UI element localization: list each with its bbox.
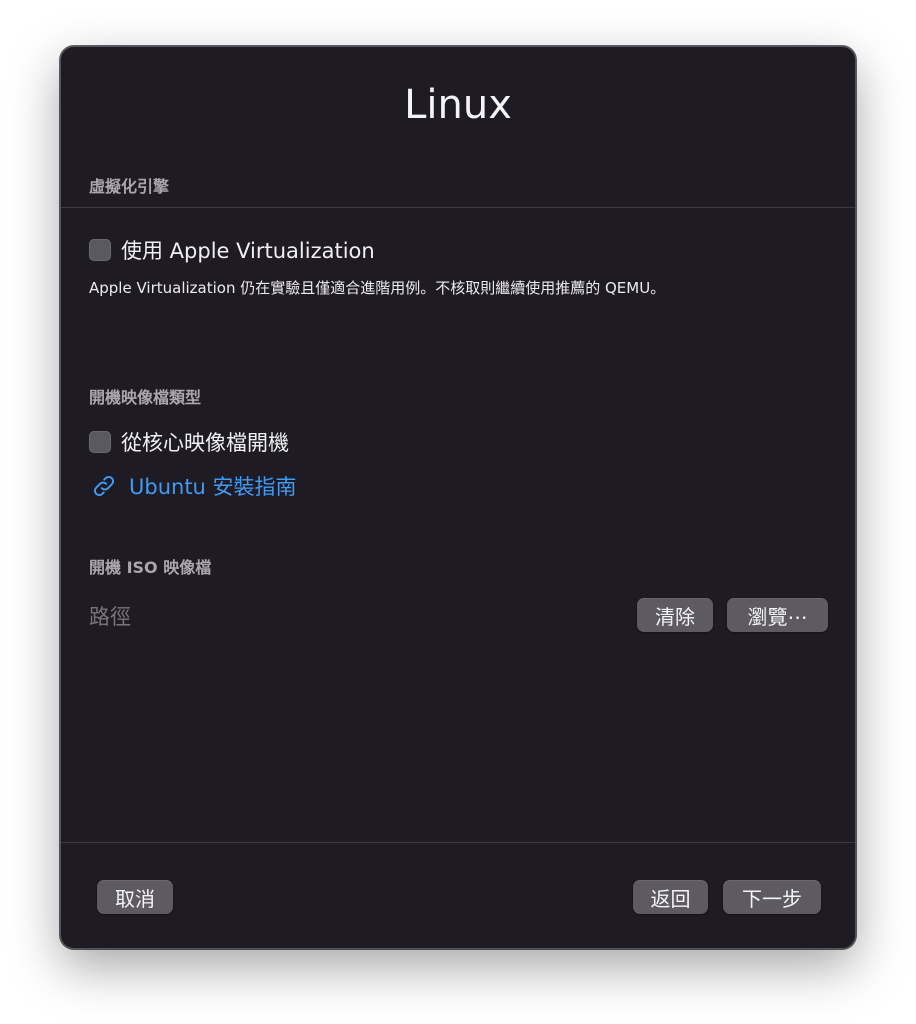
header-divider [61, 207, 855, 208]
virtualization-engine-label: 虛擬化引擎 [89, 177, 170, 196]
kernel-boot-label: 從核心映像檔開機 [121, 431, 289, 455]
cancel-button[interactable]: 取消 [97, 880, 173, 914]
apple-virtualization-checkbox-row[interactable]: 使用 Apple Virtualization [89, 235, 375, 265]
clear-button[interactable]: 清除 [637, 598, 713, 632]
apple-virtualization-checkbox[interactable] [89, 239, 111, 261]
kernel-boot-checkbox[interactable] [89, 431, 111, 453]
apple-virtualization-label: 使用 Apple Virtualization [121, 239, 375, 263]
ubuntu-guide-link-text[interactable]: Ubuntu 安裝指南 [129, 471, 297, 501]
browse-button[interactable]: 瀏覽⋯ [727, 598, 828, 632]
boot-iso-label: 開機 ISO 映像檔 [89, 558, 212, 577]
kernel-boot-checkbox-row[interactable]: 從核心映像檔開機 [89, 427, 289, 457]
next-button[interactable]: 下一步 [723, 880, 821, 914]
link-icon [93, 475, 115, 497]
ubuntu-guide-link[interactable]: Ubuntu 安裝指南 [91, 471, 297, 501]
apple-virtualization-note: Apple Virtualization 仍在實驗且僅適合進階用例。不核取則繼續… [89, 279, 666, 297]
boot-image-type-label: 開機映像檔類型 [89, 388, 202, 407]
window-title: Linux [404, 82, 512, 128]
linux-setup-window: Linux 虛擬化引擎 使用 Apple Virtualization Appl… [60, 46, 856, 949]
back-button[interactable]: 返回 [633, 880, 708, 914]
iso-path-field[interactable]: 路徑 [89, 601, 131, 631]
footer-divider [61, 842, 855, 843]
